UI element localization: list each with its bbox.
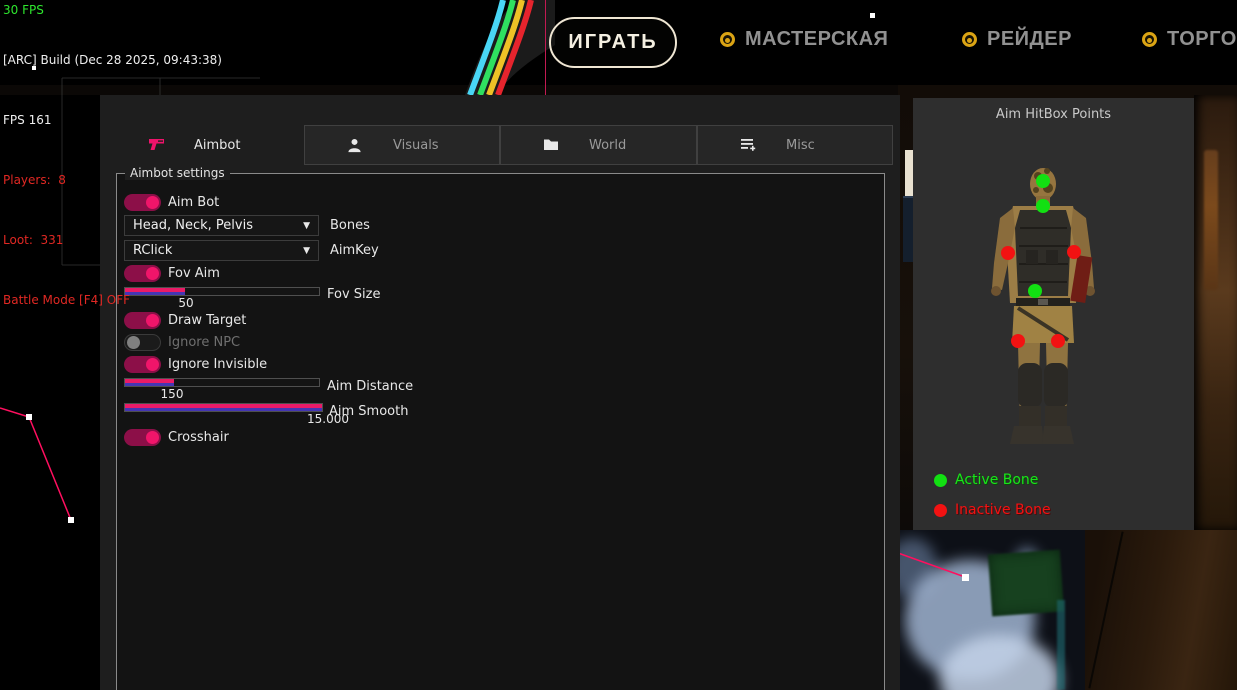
tab-label: Visuals <box>393 138 439 153</box>
ignore-invisible-toggle[interactable] <box>124 356 161 373</box>
scene-rust-highlight <box>1204 150 1218 290</box>
left-arm-bone-point[interactable] <box>1001 246 1015 260</box>
legend-label: Active Bone <box>955 472 1038 488</box>
nav-item-label: МАСТЕРСКАЯ <box>745 28 888 51</box>
tab-world[interactable]: World <box>500 125 697 165</box>
nav-item-label: РЕЙДЕР <box>987 28 1072 51</box>
right-hip-bone-point[interactable] <box>1051 334 1065 348</box>
pelvis-bone-point[interactable] <box>1028 284 1042 298</box>
tab-visuals[interactable]: Visuals <box>304 125 500 165</box>
coin-icon <box>962 32 977 47</box>
inactive-bone-dot-icon <box>934 504 947 517</box>
left-hip-bone-point[interactable] <box>1011 334 1025 348</box>
hud-fps-small: 30 FPS <box>3 0 44 20</box>
fov-size-label: Fov Size <box>327 287 380 302</box>
hud-players: Players: 8 <box>3 170 222 190</box>
person-icon <box>347 138 365 153</box>
tab-misc[interactable]: Misc <box>697 125 893 165</box>
aimkey-label: AimKey <box>330 243 379 258</box>
nav-item-workshop[interactable]: МАСТЕРСКАЯ <box>720 28 888 51</box>
right-arm-bone-point[interactable] <box>1067 245 1081 259</box>
nav-item-label: ТОРГО <box>1167 28 1237 51</box>
ignore-invisible-label: Ignore Invisible <box>168 357 267 372</box>
chevron-down-icon: ▼ <box>303 246 310 256</box>
aim-distance-label: Aim Distance <box>327 379 413 394</box>
hud-fps: FPS 161 <box>3 110 222 130</box>
folder-icon <box>543 138 561 153</box>
tab-label: Misc <box>786 138 815 153</box>
coin-icon <box>720 32 735 47</box>
aim-smooth-fill <box>125 404 322 411</box>
legend-active-bone: Active Bone <box>934 472 1038 488</box>
bones-label: Bones <box>330 218 370 233</box>
scene-bottom-right <box>895 530 1237 690</box>
crosshair-label: Crosshair <box>168 430 229 445</box>
scene-green-sign <box>988 550 1064 617</box>
playlist-add-icon <box>740 138 758 153</box>
chevron-down-icon: ▼ <box>303 221 310 231</box>
legend-inactive-bone: Inactive Bone <box>934 502 1051 518</box>
hud-battle-mode: Battle Mode [F4] OFF <box>3 290 222 310</box>
aim-smooth-slider[interactable] <box>124 403 323 412</box>
hud-readout: 30 FPS [ARC] Build (Dec 28 2025, 09:43:3… <box>3 0 222 350</box>
aim-distance-fill <box>125 379 174 386</box>
hud-build: [ARC] Build (Dec 28 2025, 09:43:38) <box>3 50 222 70</box>
crosshair-toggle[interactable] <box>124 429 161 446</box>
scene-teal-strip <box>1057 600 1065 690</box>
neck-bone-point[interactable] <box>1036 199 1050 213</box>
play-button[interactable]: ИГРАТЬ <box>549 17 677 68</box>
hitbox-preview-panel: Aim HitBox Points <box>913 98 1194 530</box>
aim-distance-value: 150 <box>147 387 197 401</box>
hitbox-panel-title: Aim HitBox Points <box>913 107 1194 122</box>
aim-smooth-label: Aim Smooth <box>329 404 408 419</box>
tab-label: World <box>589 138 626 153</box>
hud-loot: Loot: 331 <box>3 230 222 250</box>
scene-brown-floor <box>1085 530 1237 690</box>
active-bone-dot-icon <box>934 474 947 487</box>
aim-distance-slider[interactable] <box>124 378 320 387</box>
head-bone-point[interactable] <box>1036 174 1050 188</box>
nav-item-trade[interactable]: ТОРГО <box>1142 28 1237 51</box>
nav-item-raider[interactable]: РЕЙДЕР <box>962 28 1072 51</box>
legend-label: Inactive Bone <box>955 502 1051 518</box>
coin-icon <box>1142 32 1157 47</box>
